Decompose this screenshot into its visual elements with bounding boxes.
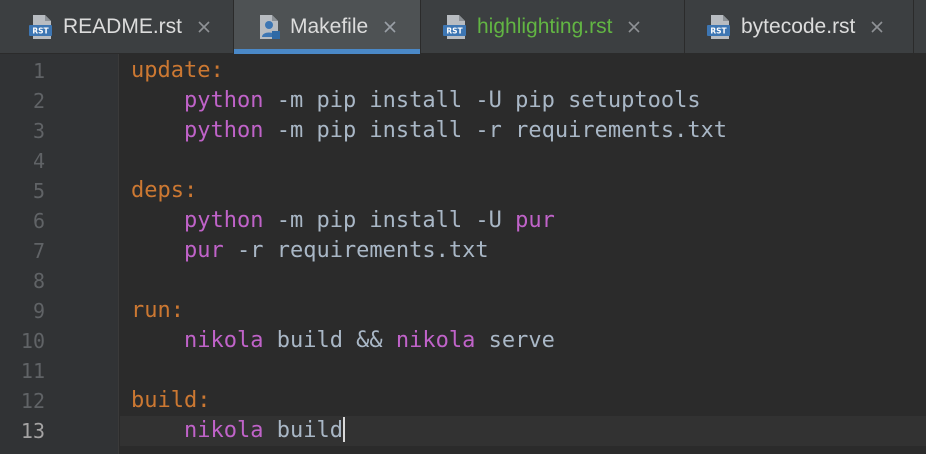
code-line[interactable]: python -m pip install -r requirements.tx… <box>131 116 727 146</box>
code-line[interactable]: nikola build <box>131 416 345 446</box>
code-text: -m pip install -r requirements.txt <box>263 118 728 143</box>
close-tab-icon[interactable] <box>624 17 644 37</box>
svg-text:RST: RST <box>446 27 463 36</box>
tab-label: bytecode.rst <box>741 15 856 38</box>
rst-file-icon: RST <box>707 15 730 39</box>
tab-readme-rst[interactable]: RST README.rst <box>0 0 234 54</box>
line-number: 12 <box>20 389 45 413</box>
ide-window: RST README.rst Makefile RST highlighting… <box>0 0 926 454</box>
command-name: nikola <box>183 328 264 353</box>
line-number: 11 <box>20 359 45 383</box>
code-line[interactable]: pur -r requirements.txt <box>131 236 489 266</box>
line-number: 4 <box>32 149 45 173</box>
command-name: nikola <box>395 328 476 353</box>
svg-text:RST: RST <box>710 27 727 36</box>
makefile-icon <box>260 15 280 39</box>
make-target: run: <box>131 298 184 323</box>
rst-file-icon: RST <box>443 15 466 39</box>
code-line[interactable]: nikola build && nikola serve <box>131 326 555 356</box>
close-tab-icon[interactable] <box>867 17 887 37</box>
code-line[interactable]: python -m pip install -U pur <box>131 206 555 236</box>
make-target: update: <box>131 58 224 83</box>
line-number-gutter[interactable]: 1 2 3 4 5 6 7 8 9 10 11 12 13 <box>0 54 119 454</box>
command-name: pur <box>183 238 224 263</box>
text-caret <box>342 417 345 442</box>
svg-text:RST: RST <box>32 27 49 36</box>
line-number: 3 <box>32 119 45 143</box>
line-number: 5 <box>32 179 45 203</box>
line-number: 6 <box>32 209 45 233</box>
command-name: nikola <box>183 418 264 443</box>
line-number: 8 <box>32 269 45 293</box>
close-tab-icon[interactable] <box>380 17 400 37</box>
code-text: -m pip install -U pip setuptools <box>263 88 701 113</box>
rst-file-icon: RST <box>29 15 52 39</box>
command-name: pur <box>515 208 555 233</box>
line-number: 1 <box>32 59 45 83</box>
code-line[interactable]: run: <box>131 296 184 326</box>
code-text: -r requirements.txt <box>223 238 489 263</box>
code-text: -m pip install -U <box>263 208 516 233</box>
code-text: build <box>263 418 343 443</box>
line-number: 2 <box>32 89 45 113</box>
command-name: python <box>183 118 264 143</box>
tab-bytecode-rst[interactable]: RST bytecode.rst <box>685 0 914 54</box>
code-line[interactable]: python -m pip install -U pip setuptools <box>131 86 701 116</box>
tab-label: README.rst <box>63 15 183 38</box>
line-number: 10 <box>20 329 45 353</box>
code-line[interactable]: deps: <box>131 176 197 206</box>
tab-label: highlighting.rst <box>477 15 613 38</box>
line-number: 13 <box>20 419 45 443</box>
editor-tab-bar: RST README.rst Makefile RST highlighting… <box>0 0 926 54</box>
code-line[interactable]: build: <box>131 386 210 416</box>
command-name: python <box>183 88 264 113</box>
tab-makefile[interactable]: Makefile <box>234 0 421 54</box>
tab-highlighting-rst[interactable]: RST highlighting.rst <box>421 0 685 54</box>
make-target: build: <box>131 388 211 413</box>
make-target: deps: <box>131 178 198 203</box>
code-line[interactable]: update: <box>131 56 224 86</box>
tab-label: Makefile <box>290 15 369 38</box>
close-tab-icon[interactable] <box>194 17 214 37</box>
line-number: 7 <box>32 239 45 263</box>
command-name: python <box>183 208 264 233</box>
code-text: build && <box>263 328 396 353</box>
code-editor[interactable]: 1 2 3 4 5 6 7 8 9 10 11 12 13 update: python -m pip … <box>0 54 926 454</box>
code-text: serve <box>475 328 555 353</box>
line-number: 9 <box>32 299 45 323</box>
